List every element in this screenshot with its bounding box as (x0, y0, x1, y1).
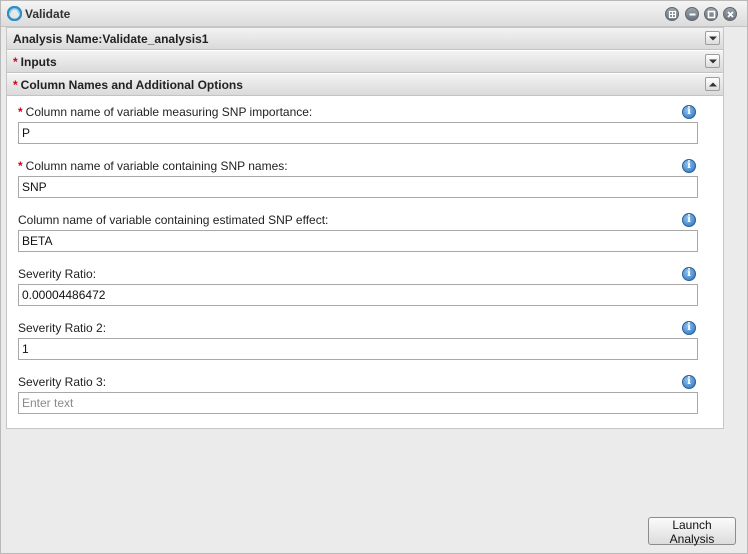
inputs-label: Inputs (20, 55, 57, 69)
minimize-icon[interactable] (685, 7, 699, 21)
section-analysis-name[interactable]: Analysis Name:Validate_analysis1 (7, 28, 723, 50)
info-icon[interactable]: i (682, 159, 696, 173)
severity-ratio-3-input[interactable] (18, 392, 698, 414)
snp-names-input[interactable] (18, 176, 698, 198)
snp-importance-input[interactable] (18, 122, 698, 144)
info-icon[interactable]: i (682, 321, 696, 335)
severity-ratio-input[interactable] (18, 284, 698, 306)
snp-names-label: * Column name of variable containing SNP … (18, 159, 288, 173)
snp-importance-label: * Column name of variable measuring SNP i… (18, 105, 313, 119)
info-icon[interactable]: i (682, 267, 696, 281)
snp-effect-input[interactable] (18, 230, 698, 252)
severity-ratio-label: Severity Ratio: (18, 267, 97, 281)
section-column-names[interactable]: * Column Names and Additional Options (7, 74, 723, 96)
maximize-icon[interactable] (704, 7, 718, 21)
window-title: Validate (25, 7, 71, 21)
app-logo-icon (7, 6, 22, 21)
close-icon[interactable] (723, 7, 737, 21)
chevron-down-icon[interactable] (705, 31, 720, 45)
chevron-down-icon[interactable] (705, 54, 720, 68)
launch-analysis-button[interactable]: Launch Analysis (648, 517, 736, 546)
required-marker: * (13, 78, 18, 92)
required-marker: * (18, 159, 23, 173)
info-icon[interactable]: i (682, 213, 696, 227)
validate-window: Validate Analysis Name:Validate_analysis… (0, 0, 748, 554)
chevron-up-icon[interactable] (705, 77, 720, 91)
form-panel: Analysis Name:Validate_analysis1 * Inputs… (6, 27, 724, 429)
severity-ratio-2-label: Severity Ratio 2: (18, 321, 107, 335)
snp-effect-label: Column name of variable containing estim… (18, 213, 329, 227)
grid-icon[interactable] (665, 7, 679, 21)
severity-ratio-2-input[interactable] (18, 338, 698, 360)
column-names-label: Column Names and Additional Options (20, 78, 243, 92)
title-bar: Validate (1, 1, 747, 27)
required-marker: * (13, 55, 18, 69)
section-inputs[interactable]: * Inputs (7, 51, 723, 73)
info-icon[interactable]: i (682, 105, 696, 119)
required-marker: * (18, 105, 23, 119)
severity-ratio-3-label: Severity Ratio 3: (18, 375, 107, 389)
analysis-name-label: Analysis Name:Validate_analysis1 (13, 32, 209, 46)
info-icon[interactable]: i (682, 375, 696, 389)
